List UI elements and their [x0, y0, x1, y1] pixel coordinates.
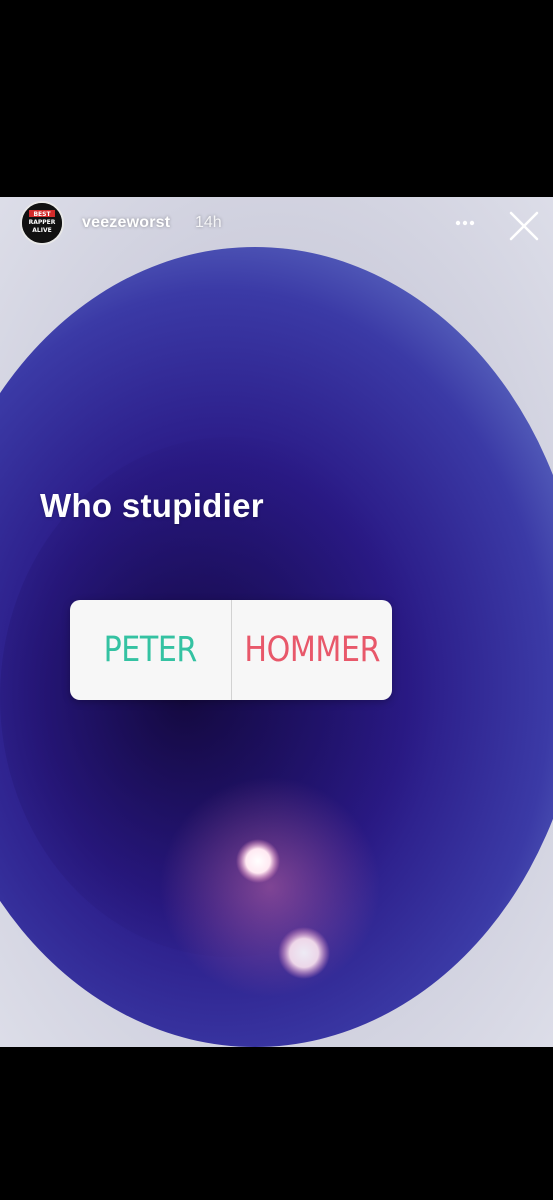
avatar-logo-line-3: ALIVE: [32, 227, 51, 234]
avatar[interactable]: BEST RAPPER ALIVE: [20, 201, 64, 245]
avatar-logo-line-1: BEST: [33, 211, 51, 218]
more-horizontal-icon: [455, 220, 475, 226]
story-timestamp: 14h: [195, 214, 222, 231]
poll-divider: [230, 600, 232, 700]
close-button[interactable]: [503, 205, 543, 245]
story-caption: Who stupidier: [40, 487, 264, 524]
more-options-button[interactable]: [446, 209, 486, 237]
close-icon: [509, 211, 539, 241]
phone-screen: BEST RAPPER ALIVE veezeworst 14h Who stu…: [0, 0, 553, 1200]
story-viewer[interactable]: BEST RAPPER ALIVE veezeworst 14h Who stu…: [0, 197, 553, 1047]
story-username[interactable]: veezeworst: [82, 214, 170, 232]
poll-option-hommer[interactable]: HOMMER: [243, 600, 381, 700]
avatar-logo-line-2: RAPPER: [29, 219, 56, 226]
story-header: BEST RAPPER ALIVE veezeworst 14h: [0, 197, 553, 249]
poll-sticker: PETER HOMMER: [70, 600, 392, 700]
poll-option-peter[interactable]: PETER: [81, 600, 219, 700]
